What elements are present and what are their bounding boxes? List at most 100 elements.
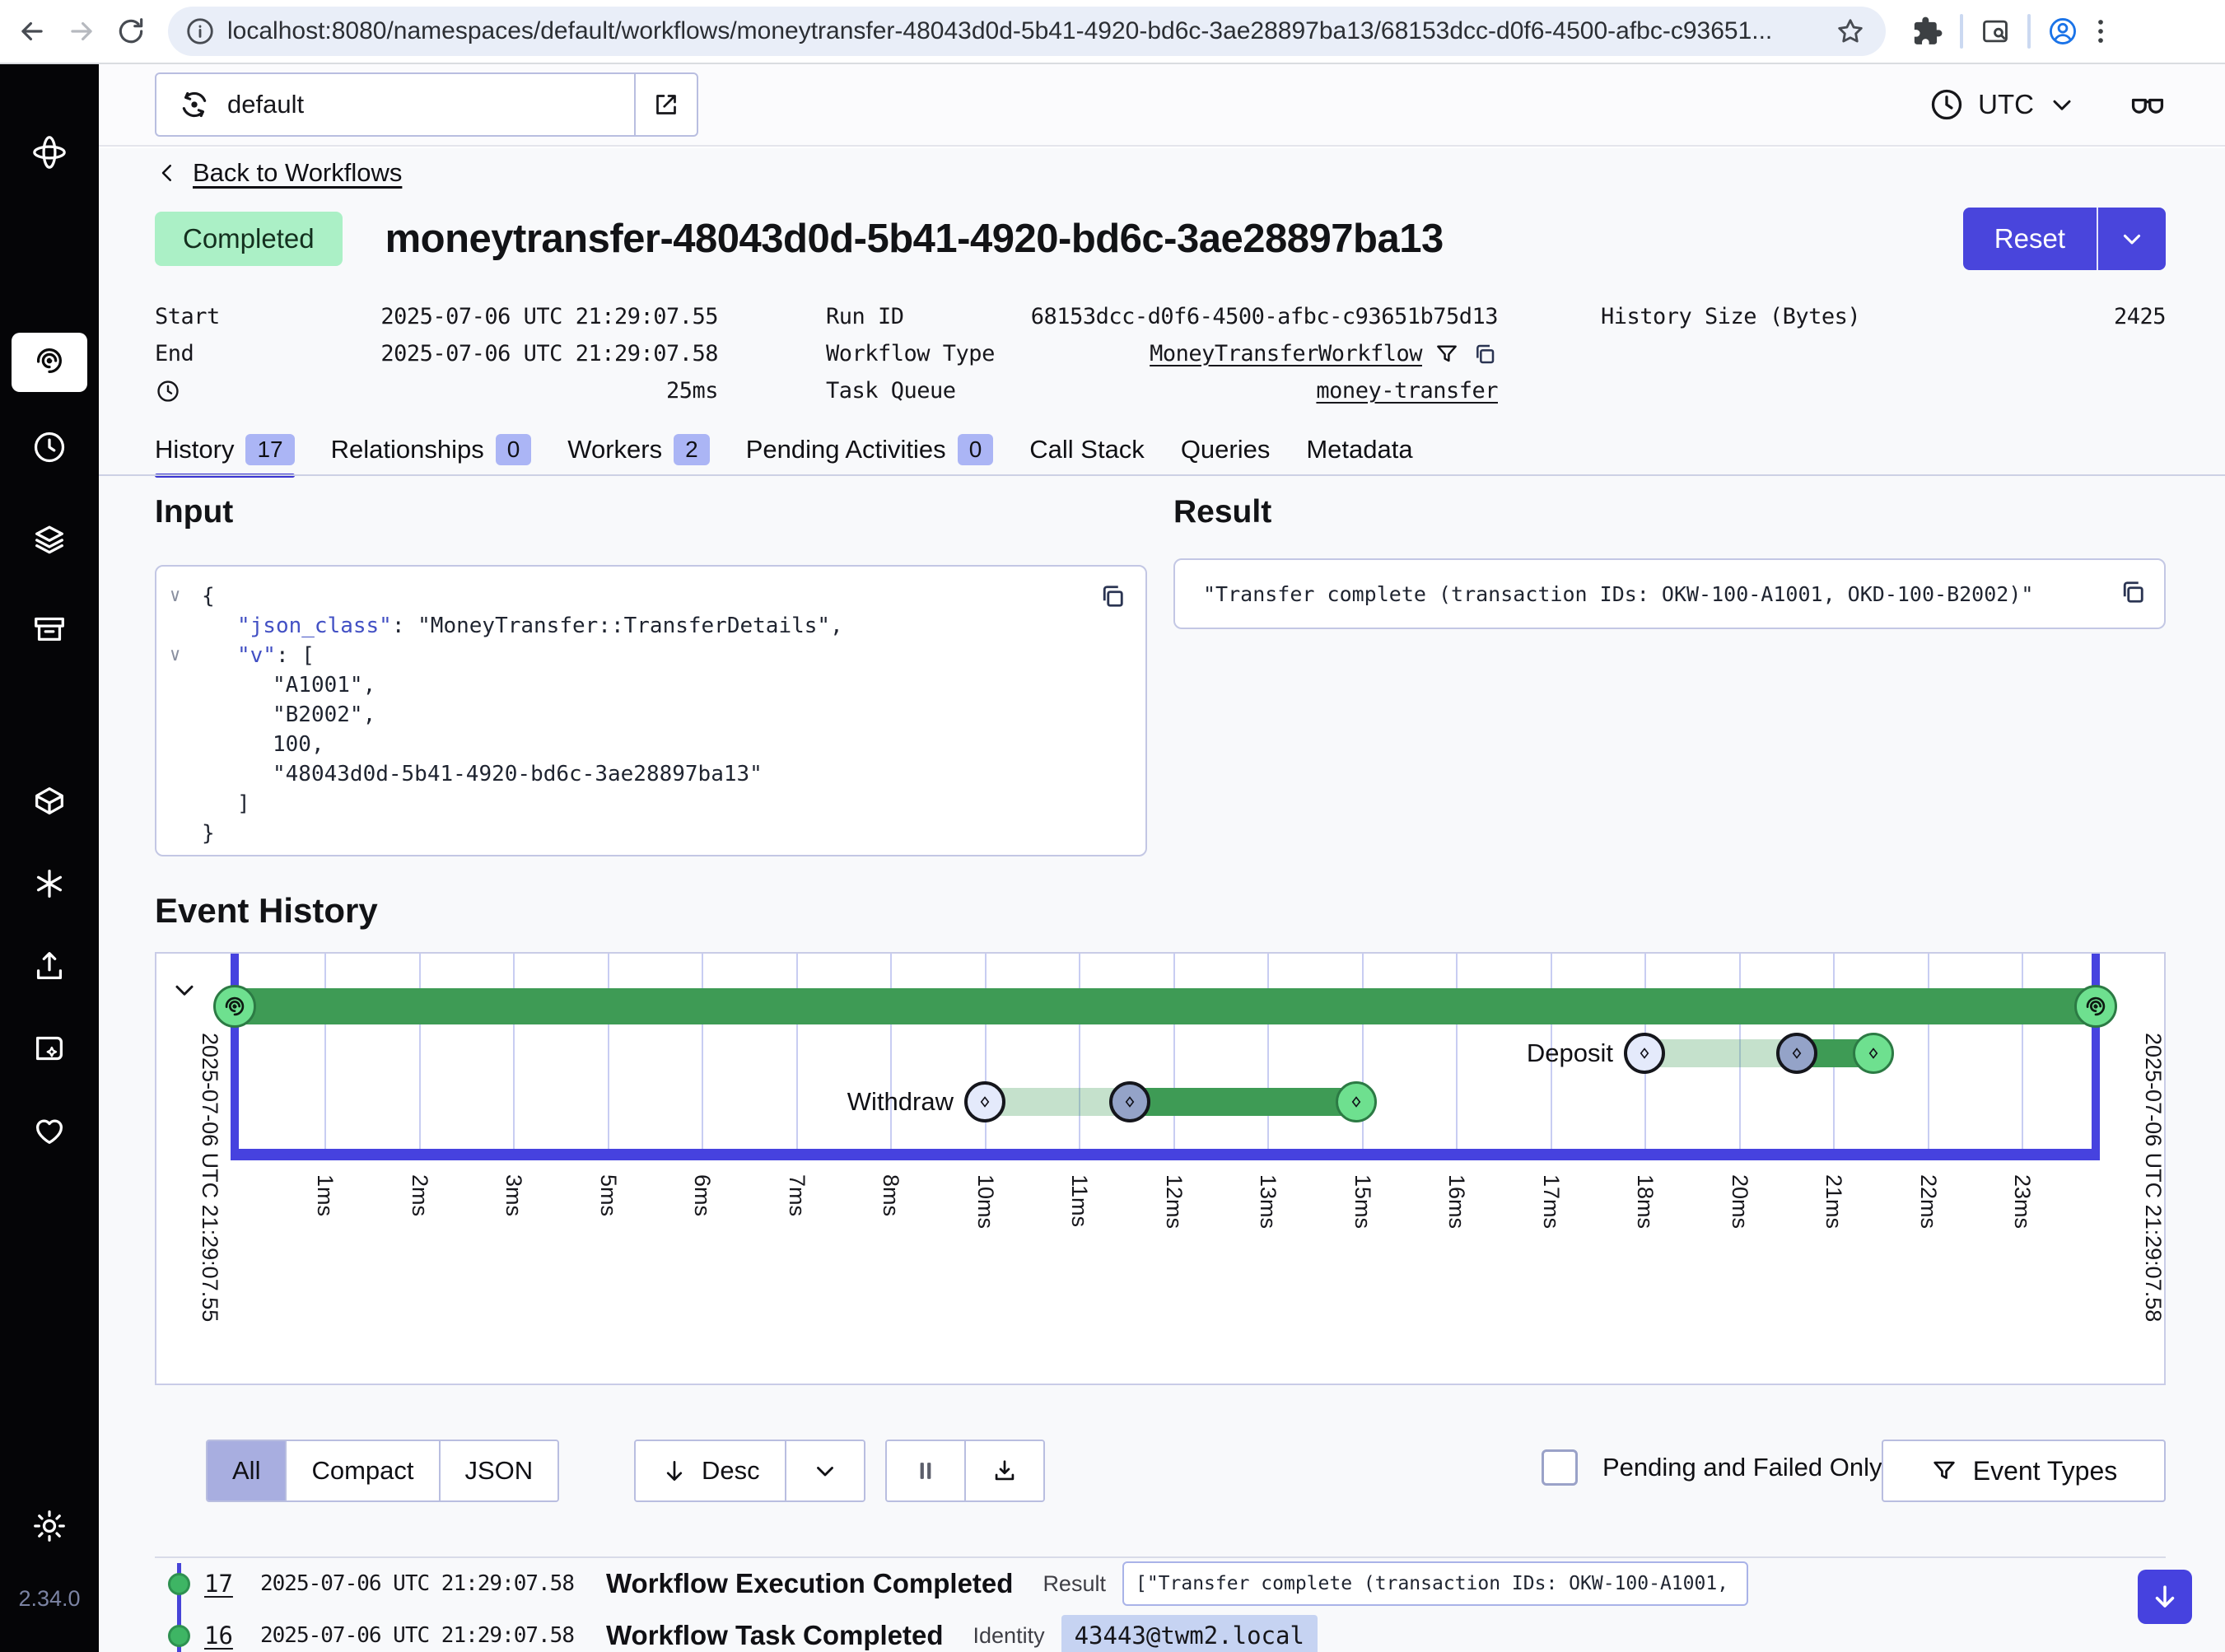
browser-reload-icon[interactable] bbox=[112, 12, 150, 50]
workflow-title: moneytransfer-48043d0d-5b41-4920-bd6c-3a… bbox=[385, 216, 1963, 262]
json-line: "B2002", bbox=[156, 700, 1145, 730]
sort-menu-button[interactable] bbox=[786, 1441, 864, 1500]
pause-button[interactable] bbox=[887, 1441, 966, 1500]
view-option-compact[interactable]: Compact bbox=[287, 1441, 440, 1500]
timeline-gridline bbox=[513, 954, 515, 1160]
labs-glasses-icon[interactable] bbox=[2129, 86, 2166, 123]
timeline-gridline bbox=[419, 954, 421, 1160]
namespace-selector-main[interactable]: default bbox=[156, 74, 634, 135]
tab-history[interactable]: History17 bbox=[155, 428, 295, 471]
extensions-icon[interactable] bbox=[1909, 12, 1947, 50]
tab-queries[interactable]: Queries bbox=[1181, 428, 1271, 471]
download-history-button[interactable] bbox=[966, 1441, 1043, 1500]
activity-scheduled-marker-deposit[interactable] bbox=[1624, 1033, 1665, 1074]
sidebar-item-schedules[interactable] bbox=[12, 419, 87, 478]
back-to-workflows-link[interactable]: Back to Workflows bbox=[155, 158, 402, 188]
json-line: "json_class": "MoneyTransfer::TransferDe… bbox=[156, 611, 1145, 641]
copy-icon[interactable] bbox=[2118, 577, 2148, 611]
browser-menu-icon[interactable] bbox=[2082, 12, 2120, 50]
filter-icon[interactable] bbox=[1434, 341, 1460, 367]
docs-icon bbox=[30, 1029, 68, 1071]
tab-relationships[interactable]: Relationships0 bbox=[331, 428, 532, 471]
temporal-logo-icon[interactable] bbox=[12, 123, 87, 182]
activity-started-marker-withdraw[interactable] bbox=[1109, 1081, 1150, 1122]
site-info-icon[interactable] bbox=[184, 12, 216, 50]
sort-desc-button[interactable]: Desc bbox=[636, 1441, 786, 1500]
timeline-gridline bbox=[796, 954, 798, 1160]
detail-history-size-bytes-: History Size (Bytes)2425 bbox=[1601, 298, 2166, 335]
namespace-external-link-button[interactable] bbox=[634, 74, 697, 135]
workflow-end-node[interactable] bbox=[2074, 985, 2117, 1028]
sidebar-item-workflows[interactable] bbox=[12, 333, 87, 392]
event-types-filter-button[interactable]: Event Types bbox=[1882, 1440, 2166, 1502]
activity-label-deposit: Deposit bbox=[1527, 1038, 1613, 1068]
bookmark-star-icon[interactable] bbox=[1831, 12, 1869, 50]
scroll-to-bottom-button[interactable] bbox=[2138, 1570, 2192, 1624]
workflow-start-node[interactable] bbox=[213, 985, 256, 1028]
activity-started-marker-deposit[interactable] bbox=[1776, 1033, 1817, 1074]
event-list-divider bbox=[155, 1556, 2166, 1558]
side-panel-icon[interactable] bbox=[1976, 12, 2014, 50]
pending-failed-checkbox[interactable] bbox=[1542, 1449, 1578, 1486]
timezone-selector[interactable]: UTC bbox=[1929, 86, 2077, 123]
detail-value-link[interactable]: money-transfer bbox=[1316, 378, 1498, 404]
namespace-selector[interactable]: default bbox=[155, 72, 698, 137]
workflow-execution-bar[interactable] bbox=[235, 988, 2096, 1024]
timeline-collapse-chevron-icon[interactable] bbox=[170, 975, 199, 1009]
profile-avatar-icon[interactable] bbox=[2044, 12, 2082, 50]
reset-menu-button[interactable] bbox=[2097, 208, 2166, 270]
reset-button[interactable]: Reset bbox=[1963, 208, 2097, 270]
timeline-axis-bottom bbox=[231, 1149, 2100, 1160]
address-bar[interactable]: localhost:8080/namespaces/default/workfl… bbox=[168, 7, 1886, 56]
activity-scheduled-bar-withdraw[interactable] bbox=[985, 1088, 1130, 1116]
event-id-link[interactable]: 16 bbox=[204, 1622, 260, 1650]
sidebar-item-feedback[interactable] bbox=[12, 1103, 87, 1162]
detail-end: End2025-07-06 UTC 21:29:07.58 bbox=[155, 335, 718, 372]
activity-completed-marker-deposit[interactable] bbox=[1853, 1033, 1894, 1074]
sort-label: Desc bbox=[702, 1456, 760, 1486]
sidebar-item-nexus[interactable] bbox=[12, 856, 87, 915]
filter-funnel-icon bbox=[1930, 1457, 1958, 1485]
copy-icon[interactable] bbox=[1472, 341, 1498, 367]
activity-completed-marker-withdraw[interactable] bbox=[1336, 1081, 1377, 1122]
pause-icon bbox=[912, 1457, 940, 1485]
tabs-divider bbox=[99, 474, 2225, 476]
tab-label: Workers bbox=[567, 435, 662, 464]
json-line: } bbox=[156, 819, 1145, 848]
arrow-down-icon bbox=[660, 1457, 688, 1485]
collapse-chevron-icon[interactable]: ∨ bbox=[170, 641, 180, 670]
sidebar-item-task-queues[interactable] bbox=[12, 510, 87, 569]
activity-scheduled-marker-withdraw[interactable] bbox=[964, 1081, 1005, 1122]
activity-scheduled-bar-deposit[interactable] bbox=[1644, 1039, 1797, 1067]
timeline-tick-label: 13ms bbox=[1255, 1174, 1280, 1229]
timeline-tick-label: 23ms bbox=[2009, 1174, 2035, 1229]
sidebar-item-namespaces[interactable] bbox=[12, 773, 87, 833]
sidebar-item-archive[interactable] bbox=[12, 600, 87, 660]
tab-pending-activities[interactable]: Pending Activities0 bbox=[746, 428, 994, 471]
detail-value: MoneyTransferWorkflow bbox=[1150, 341, 1498, 367]
timeline-start-date: 2025-07-06 UTC 21:29:07.55 bbox=[197, 1033, 222, 1322]
sidebar-item-docs[interactable] bbox=[12, 1020, 87, 1080]
event-id-link[interactable]: 17 bbox=[204, 1570, 260, 1598]
browser-back-icon[interactable] bbox=[13, 12, 51, 50]
browser-forward-icon[interactable] bbox=[63, 12, 100, 50]
view-option-all[interactable]: All bbox=[208, 1441, 287, 1500]
detail-25ms: 25ms bbox=[155, 372, 718, 409]
tab-metadata[interactable]: Metadata bbox=[1306, 428, 1412, 471]
tab-workers[interactable]: Workers2 bbox=[567, 428, 709, 471]
event-row[interactable]: 162025-07-06 UTC 21:29:07.58Workflow Tas… bbox=[204, 1612, 1318, 1652]
json-line: ∨{ bbox=[156, 581, 1145, 611]
view-option-json[interactable]: JSON bbox=[441, 1441, 558, 1500]
detail-label: End bbox=[155, 341, 194, 366]
tab-call-stack[interactable]: Call Stack bbox=[1029, 428, 1145, 471]
details-column-ids: Run ID68153dcc-d0f6-4500-afbc-c93651b75d… bbox=[826, 298, 1498, 409]
detail-value-link[interactable]: MoneyTransferWorkflow bbox=[1150, 341, 1422, 366]
sidebar-item-import[interactable] bbox=[12, 938, 87, 997]
collapse-chevron-icon[interactable]: ∨ bbox=[170, 581, 180, 611]
event-types-label: Event Types bbox=[1973, 1456, 2118, 1486]
external-link-icon bbox=[651, 90, 681, 119]
json-value: "B2002", bbox=[273, 702, 375, 727]
activity-running-bar-withdraw[interactable] bbox=[1130, 1088, 1356, 1116]
json-value: "48043d0d-5b41-4920-bd6c-3ae28897ba13" bbox=[273, 762, 763, 786]
event-row[interactable]: 172025-07-06 UTC 21:29:07.58Workflow Exe… bbox=[204, 1561, 1748, 1607]
